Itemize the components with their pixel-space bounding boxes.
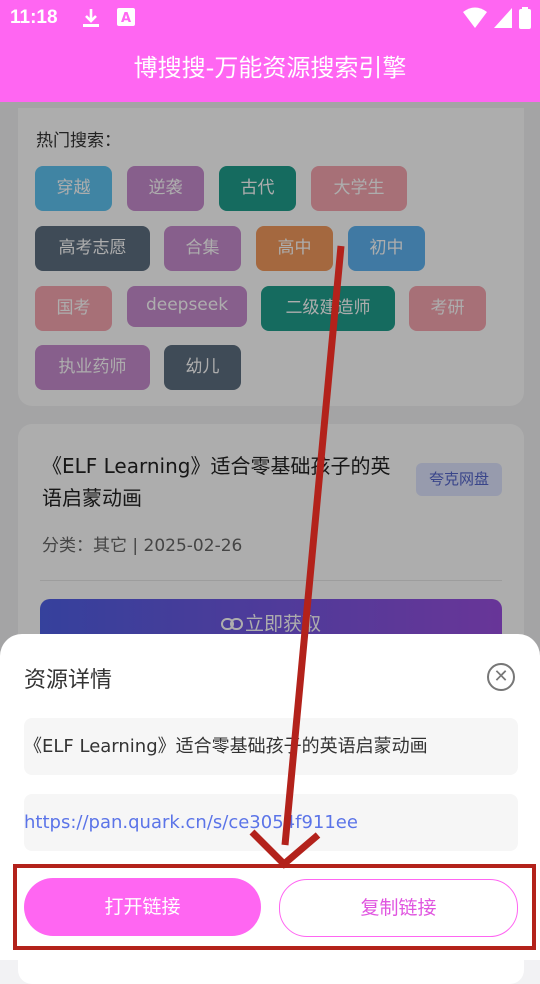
annotation-arrow-icon [249, 245, 345, 869]
